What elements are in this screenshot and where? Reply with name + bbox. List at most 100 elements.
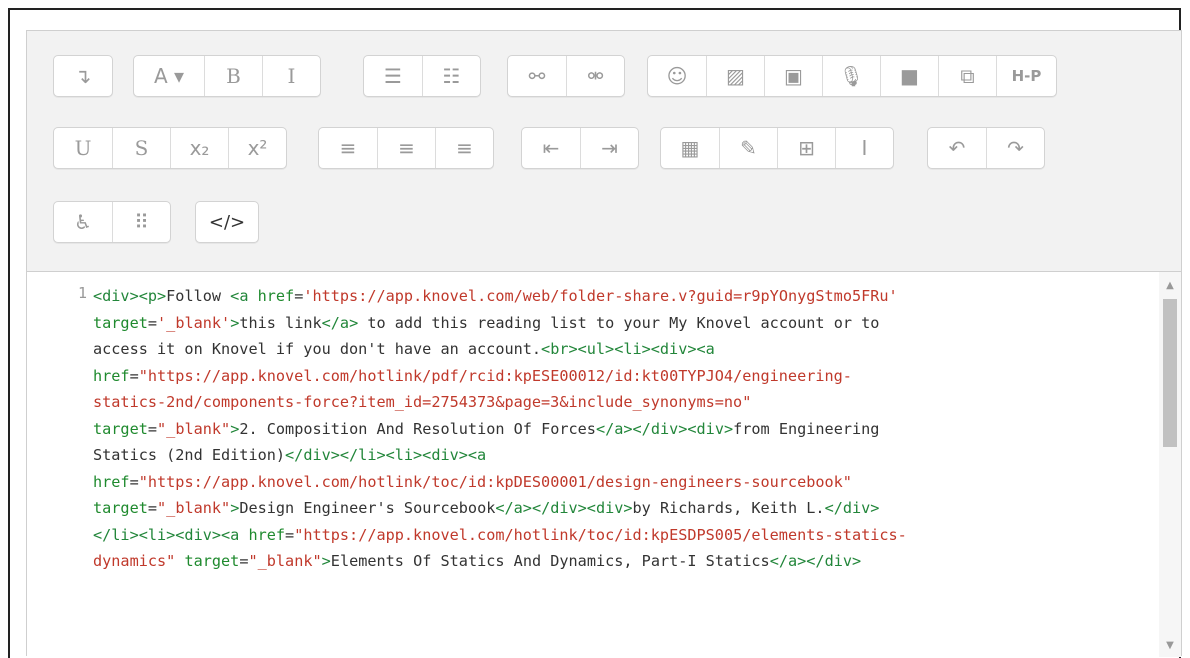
code-line: target='_blank'>this link</a> to add thi… xyxy=(93,310,1153,337)
code-line: target="_blank">2. Composition And Resol… xyxy=(93,416,1153,443)
line-number: 1 xyxy=(77,284,87,302)
html-tag: </a></div><div> xyxy=(595,419,734,438)
rich-text-editor: ↴ A ▾ B I ☰ ☷ ⚯ ⚮ ☺ ▨ ▣ 🎙 ■ ⧉ H-P U Sx₂ x² ≡ ≡ ≡ ⇤ ⇥ ▦ ✎ ⊞ Ⅰ ↶ ↷ ♿ ⠿ </… xyxy=(26,30,1182,657)
toolbar-group: ↴ xyxy=(53,55,113,97)
html-tag: > xyxy=(230,499,240,517)
attribute-value: dynamics" xyxy=(93,552,176,570)
editor-toolbar: ↴ A ▾ B I ☰ ☷ ⚯ ⚮ ☺ ▨ ▣ 🎙 ■ ⧉ H-P U Sx₂ x² ≡ ≡ ≡ ⇤ ⇥ ▦ ✎ ⊞ Ⅰ ↶ ↷ ♿ ⠿ </… xyxy=(27,31,1181,272)
attribute-value: statics-2nd/components-force?item_id=275… xyxy=(93,393,752,411)
outdent-button[interactable]: ⇤ xyxy=(522,128,580,168)
toolbar-group: ↶ ↷ xyxy=(927,127,1045,169)
table-button[interactable]: ⊞ xyxy=(777,128,835,168)
scroll-up-icon[interactable]: ▲ xyxy=(1159,280,1181,291)
indent-button[interactable]: ⇥ xyxy=(580,128,638,168)
html-tag: </li><li><div><a xyxy=(93,525,249,544)
text-content: Statics (2nd Edition) xyxy=(93,446,286,464)
special-character-button[interactable]: ✎ xyxy=(719,128,777,168)
html-attribute: href xyxy=(248,525,286,544)
image-button[interactable]: ▨ xyxy=(706,56,764,96)
html-tag: > xyxy=(230,313,240,332)
equation-button[interactable]: ▦ xyxy=(661,128,719,168)
attribute-value: "https://app.knovel.com/hotlink/toc/id:k… xyxy=(294,525,907,544)
align-left-button[interactable]: ≡ xyxy=(319,128,377,168)
code-line: access it on Knovel if you don't have an… xyxy=(93,336,1153,363)
attribute-value: "https://app.knovel.com/hotlink/toc/id:k… xyxy=(138,472,852,491)
html-attribute: href xyxy=(93,472,130,491)
scrollbar[interactable]: ▲ ▼ xyxy=(1159,272,1181,657)
html-tag: </div> xyxy=(824,499,880,517)
html-attribute: href xyxy=(93,366,130,385)
attribute-value: 'https://app.knovel.com/web/folder-share… xyxy=(303,287,898,305)
ordered-list-button[interactable]: ☷ xyxy=(422,56,480,96)
toolbar-group: ☺ ▨ ▣ 🎙 ■ ⧉ H-P xyxy=(647,55,1057,97)
text-content: Elements Of Statics And Dynamics, Part-I… xyxy=(330,552,770,570)
record-audio-button[interactable]: 🎙 xyxy=(822,56,880,96)
code-line: href="https://app.knovel.com/hotlink/pdf… xyxy=(93,363,1153,390)
code-line: dynamics" target="_blank">Elements Of St… xyxy=(93,548,1153,575)
h5p-button[interactable]: H-P xyxy=(996,56,1056,96)
html-attribute: target xyxy=(93,419,148,438)
html-tag: <a xyxy=(230,287,258,305)
code-line: Statics (2nd Edition)</div></li><li><div… xyxy=(93,442,1153,469)
unordered-list-button[interactable]: ☰ xyxy=(364,56,422,96)
toolbar-group: ⇤ ⇥ xyxy=(521,127,639,169)
html-tag: </div></li><li><div><a xyxy=(285,446,487,464)
font-color-button[interactable]: A ▾ xyxy=(134,56,204,96)
attribute-value: "_blank" xyxy=(248,552,322,570)
superscript-button[interactable]: x² xyxy=(228,128,286,168)
html-tag: </a></div><div> xyxy=(495,499,633,517)
code-line: statics-2nd/components-force?item_id=275… xyxy=(93,389,1153,416)
record-video-button[interactable]: ■ xyxy=(880,56,938,96)
code-line: href="https://app.knovel.com/hotlink/toc… xyxy=(93,469,1153,496)
code-line: </li><li><div><a href="https://app.knove… xyxy=(93,522,1153,549)
manage-files-button[interactable]: ⧉ xyxy=(938,56,996,96)
text-content: by Richards, Keith L. xyxy=(632,499,825,517)
scrollbar-thumb[interactable] xyxy=(1163,299,1177,447)
media-button[interactable]: ▣ xyxy=(764,56,822,96)
accessibility-checker-button[interactable]: ♿ xyxy=(54,202,112,242)
show-more-button[interactable]: ↴ xyxy=(54,56,112,96)
html-tag: </a> xyxy=(321,313,359,332)
html-tag: > xyxy=(321,552,331,570)
emoji-button[interactable]: ☺ xyxy=(648,56,706,96)
text-content: = xyxy=(147,313,158,332)
clear-formatting-button[interactable]: Ⅰ xyxy=(835,128,893,168)
underline-button[interactable]: U xyxy=(54,128,112,168)
html-tag: <br><ul><li><div><a xyxy=(541,340,715,358)
unlink-button[interactable]: ⚮ xyxy=(566,56,624,96)
attribute-value: "https://app.knovel.com/hotlink/pdf/rcid… xyxy=(138,366,852,385)
redo-button[interactable]: ↷ xyxy=(986,128,1044,168)
html-attribute: target xyxy=(93,313,148,332)
bold-button[interactable]: B xyxy=(204,56,262,96)
toolbar-group: ≡ ≡ ≡ xyxy=(318,127,494,169)
strikethrough-button[interactable]: S xyxy=(112,128,170,168)
html-source-code[interactable]: <div><p>Follow <a href='https://app.knov… xyxy=(93,283,1153,575)
text-content: = xyxy=(147,419,158,438)
attribute-value: '_blank' xyxy=(157,313,231,332)
align-right-button[interactable]: ≡ xyxy=(435,128,493,168)
link-button[interactable]: ⚯ xyxy=(508,56,566,96)
undo-button[interactable]: ↶ xyxy=(928,128,986,168)
code-line: target="_blank">Design Engineer's Source… xyxy=(93,495,1153,522)
html-source-button[interactable]: </> xyxy=(196,202,258,242)
toolbar-group: ♿ ⠿ xyxy=(53,201,171,243)
html-tag: <div><p> xyxy=(93,287,167,305)
screenreader-helper-button[interactable]: ⠿ xyxy=(112,202,170,242)
text-content: = xyxy=(129,472,139,491)
toolbar-group: </> xyxy=(195,201,259,243)
html-attribute: target xyxy=(184,552,240,570)
toolbar-group: ⚯ ⚮ xyxy=(507,55,625,97)
html-attribute: href xyxy=(257,287,295,305)
text-content: this link xyxy=(239,313,322,332)
subscript-button[interactable]: x₂ xyxy=(170,128,228,168)
align-center-button[interactable]: ≡ xyxy=(377,128,435,168)
html-source-view[interactable]: 1 <div><p>Follow <a href='https://app.kn… xyxy=(27,272,1181,657)
text-content: = xyxy=(147,499,158,517)
html-tag: > xyxy=(230,419,240,438)
attribute-value: "_blank" xyxy=(157,499,231,517)
italic-button[interactable]: I xyxy=(262,56,320,96)
toolbar-group: A ▾ B I xyxy=(133,55,321,97)
toolbar-group: ▦ ✎ ⊞ Ⅰ xyxy=(660,127,894,169)
toolbar-group: ☰ ☷ xyxy=(363,55,481,97)
html-tag: </a></div> xyxy=(769,552,862,570)
